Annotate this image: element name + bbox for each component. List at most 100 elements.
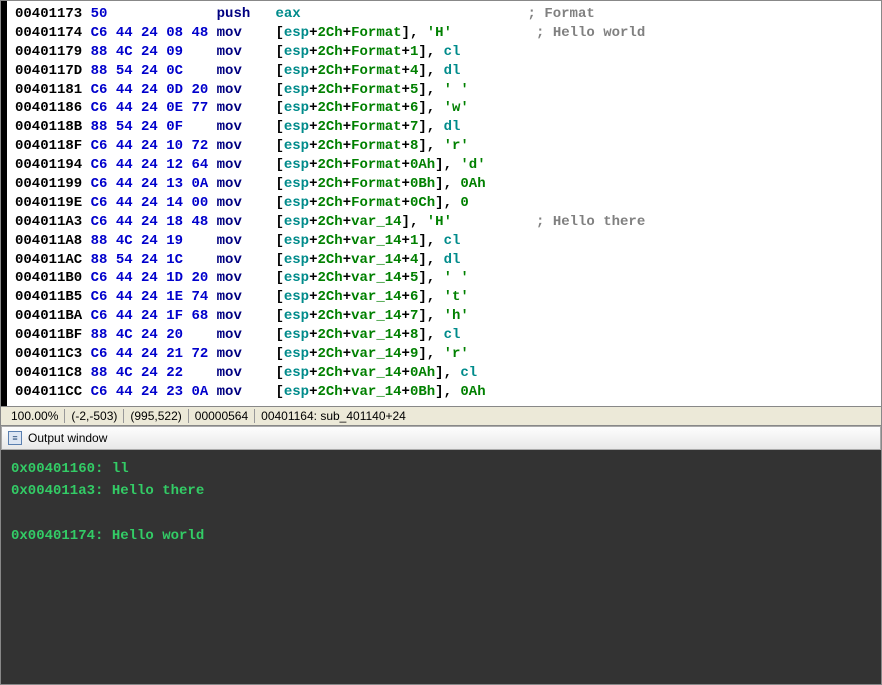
op-token: [ [275, 100, 283, 116]
op-token: + [343, 100, 351, 116]
op-token: 'r' [444, 138, 469, 154]
op-token: + [309, 82, 317, 98]
op-token: 2Ch [318, 233, 343, 249]
op-token: esp [284, 195, 309, 211]
op-token: ' ' [444, 82, 469, 98]
op-token: + [402, 119, 410, 135]
op-token: [ [275, 233, 283, 249]
disasm-row[interactable]: 004011AC 88 54 24 1C mov [esp+2Ch+var_14… [15, 251, 873, 270]
op-token: 'r' [444, 346, 469, 362]
op-token: ], [418, 82, 443, 98]
disasm-row[interactable]: 004011B5 C6 44 24 1E 74 mov [esp+2Ch+var… [15, 288, 873, 307]
op-token: var_14 [351, 384, 401, 400]
op-token: [ [275, 308, 283, 324]
op-token: + [402, 82, 410, 98]
op-token: esp [284, 214, 309, 230]
op-token: ], [418, 138, 443, 154]
op-token: + [402, 138, 410, 154]
disassembly-view[interactable]: 00401173 50 push eax ; Format00401174 C6… [1, 1, 881, 406]
disasm-row[interactable]: 004011BA C6 44 24 1F 68 mov [esp+2Ch+var… [15, 307, 873, 326]
disasm-row[interactable]: 00401181 C6 44 24 0D 20 mov [esp+2Ch+For… [15, 81, 873, 100]
op-token: 0 [460, 195, 468, 211]
op-token: ], [418, 270, 443, 286]
op-token: 2Ch [318, 252, 343, 268]
op-token: 2Ch [318, 365, 343, 381]
op-token: + [402, 63, 410, 79]
op-token: cl [444, 44, 461, 60]
op-token: [ [275, 119, 283, 135]
op-token: + [309, 365, 317, 381]
disasm-row[interactable]: 00401194 C6 44 24 12 64 mov [esp+2Ch+For… [15, 156, 873, 175]
disasm-row[interactable]: 00401186 C6 44 24 0E 77 mov [esp+2Ch+For… [15, 99, 873, 118]
disasm-row[interactable]: 004011BF 88 4C 24 20 mov [esp+2Ch+var_14… [15, 326, 873, 345]
address: 004011B5 [15, 289, 82, 305]
mnemonic: mov [217, 138, 276, 154]
address: 004011A8 [15, 233, 82, 249]
mnemonic: mov [217, 289, 276, 305]
disasm-row[interactable]: 004011A3 C6 44 24 18 48 mov [esp+2Ch+var… [15, 213, 873, 232]
disasm-row[interactable]: 00401174 C6 44 24 08 48 mov [esp+2Ch+For… [15, 24, 873, 43]
disasm-row[interactable]: 0040119E C6 44 24 14 00 mov [esp+2Ch+For… [15, 194, 873, 213]
op-token: + [343, 214, 351, 230]
op-token: + [402, 289, 410, 305]
op-token: + [343, 289, 351, 305]
op-token: + [309, 289, 317, 305]
address: 00401186 [15, 100, 82, 116]
mnemonic: mov [217, 233, 276, 249]
bytes: C6 44 24 13 0A [91, 176, 209, 192]
mnemonic: mov [217, 270, 276, 286]
op-token: esp [284, 157, 309, 173]
op-token: + [309, 346, 317, 362]
op-token: + [402, 384, 410, 400]
disasm-row[interactable]: 00401199 C6 44 24 13 0A mov [esp+2Ch+For… [15, 175, 873, 194]
disasm-row[interactable]: 004011B0 C6 44 24 1D 20 mov [esp+2Ch+var… [15, 269, 873, 288]
bytes: 88 4C 24 19 [91, 233, 209, 249]
bytes: C6 44 24 1D 20 [91, 270, 209, 286]
bytes: C6 44 24 21 72 [91, 346, 209, 362]
op-token: 2Ch [318, 195, 343, 211]
comment: ; Hello there [528, 214, 646, 230]
disasm-row[interactable]: 0040117D 88 54 24 0C mov [esp+2Ch+Format… [15, 62, 873, 81]
op-token: ], [418, 346, 443, 362]
op-token: esp [284, 365, 309, 381]
output-panel-header[interactable]: ≡ Output window [1, 426, 881, 450]
op-token: + [402, 252, 410, 268]
disasm-row[interactable]: 0040118F C6 44 24 10 72 mov [esp+2Ch+For… [15, 137, 873, 156]
op-token: ], [435, 176, 460, 192]
op-token: esp [284, 308, 309, 324]
op-token: 2Ch [318, 63, 343, 79]
address: 0040118F [15, 138, 82, 154]
op-token: [ [275, 44, 283, 60]
address: 004011C8 [15, 365, 82, 381]
op-token: ' ' [444, 270, 469, 286]
op-token: Format [351, 82, 401, 98]
op-token: var_14 [351, 289, 401, 305]
disasm-row[interactable]: 00401173 50 push eax ; Format [15, 5, 873, 24]
op-token: + [402, 195, 410, 211]
op-token: ], [418, 289, 443, 305]
op-token: + [343, 308, 351, 324]
bytes: C6 44 24 14 00 [91, 195, 209, 211]
address: 00401179 [15, 44, 82, 60]
op-token: [ [275, 157, 283, 173]
op-token: esp [284, 138, 309, 154]
op-token: + [309, 44, 317, 60]
op-token: + [309, 195, 317, 211]
op-token: esp [284, 25, 309, 41]
op-token: ], [435, 195, 460, 211]
disasm-row[interactable]: 004011C3 C6 44 24 21 72 mov [esp+2Ch+var… [15, 345, 873, 364]
op-token: esp [284, 384, 309, 400]
disasm-row[interactable]: 004011CC C6 44 24 23 0A mov [esp+2Ch+var… [15, 383, 873, 402]
output-window[interactable]: 0x00401160: ll 0x004011a3: Hello there 0… [1, 450, 881, 684]
disasm-row[interactable]: 0040118B 88 54 24 0F mov [esp+2Ch+Format… [15, 118, 873, 137]
op-token: [ [275, 289, 283, 305]
disasm-row[interactable]: 00401179 88 4C 24 09 mov [esp+2Ch+Format… [15, 43, 873, 62]
bytes: 88 4C 24 09 [91, 44, 209, 60]
op-token: Format [351, 100, 401, 116]
op-token: 2Ch [318, 270, 343, 286]
status-bar: 100.00% (-2,-503) (995,522) 00000564 004… [1, 406, 881, 426]
disasm-row[interactable]: 004011A8 88 4C 24 19 mov [esp+2Ch+var_14… [15, 232, 873, 251]
disasm-row[interactable]: 004011C8 88 4C 24 22 mov [esp+2Ch+var_14… [15, 364, 873, 383]
address: 00401199 [15, 176, 82, 192]
op-token: 0Bh [410, 176, 435, 192]
